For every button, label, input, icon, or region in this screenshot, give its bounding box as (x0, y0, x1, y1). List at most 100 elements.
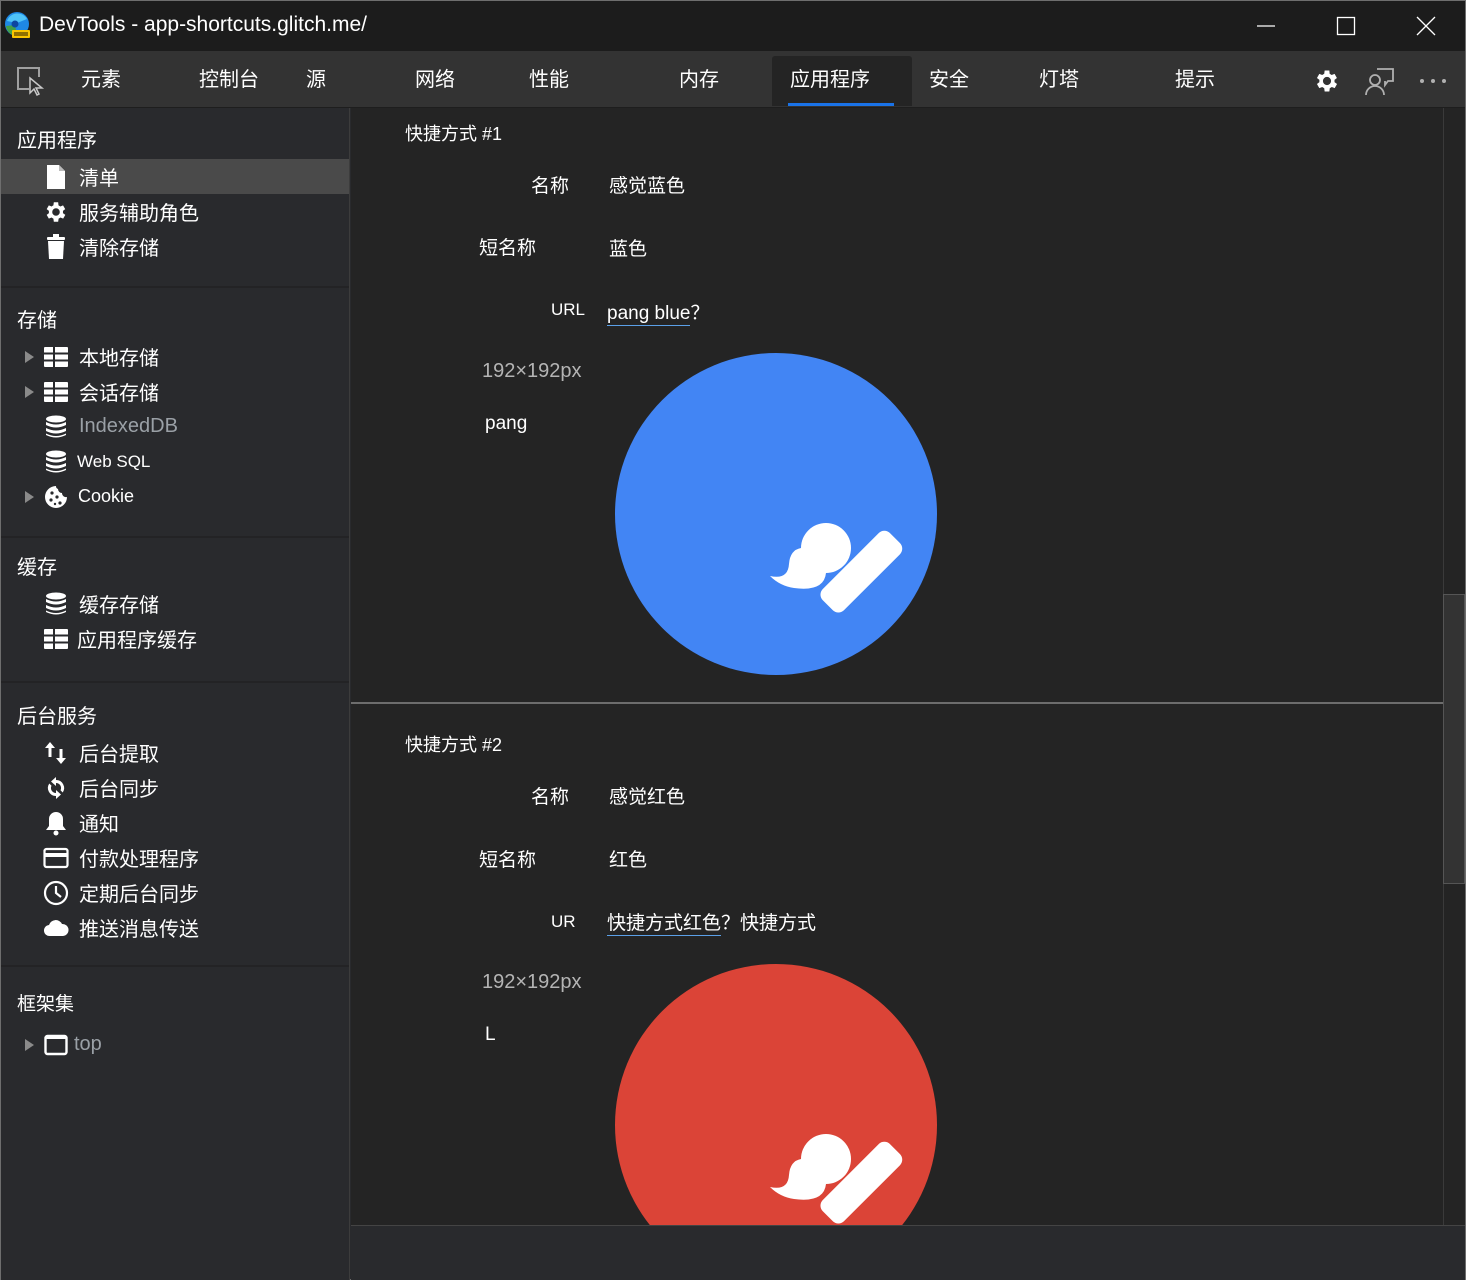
sidebar-item-cookies[interactable]: Cookie (1, 479, 349, 514)
sidebar-item-background-sync[interactable]: 后台同步 (1, 770, 349, 805)
shortcut-url-link[interactable]: 快捷方式红色？快捷方式 (607, 908, 816, 935)
sidebar-item-periodic-background-sync[interactable]: 定期后台同步 (1, 875, 349, 910)
sidebar-item-label: 清单 (79, 162, 119, 191)
sidebar-header-cache: 缓存 (1, 550, 349, 586)
tab-lighthouse[interactable]: 灯塔 (1021, 56, 1097, 106)
sidebar-item-local-storage[interactable]: 本地存储 (1, 339, 349, 374)
shortcut-short-name-label: 短名称 (479, 233, 536, 260)
close-icon (1416, 16, 1436, 36)
sidebar-section-application: 应用程序 清单 服务辅助角色 清除存储 (1, 108, 349, 288)
tab-network[interactable]: 网络 (397, 56, 473, 106)
title-bar: DevTools - app-shortcuts.glitch.me/ (1, 1, 1465, 51)
shortcut-short-name-value: 红色 (609, 845, 647, 872)
application-sidebar: 应用程序 清单 服务辅助角色 清除存储 存储 (1, 108, 350, 1280)
sidebar-item-label: 服务辅助角色 (79, 197, 199, 226)
settings-gear-icon (1313, 67, 1341, 95)
sidebar-section-frames: 框架集 top (1, 967, 349, 1217)
sidebar-item-label: 定期后台同步 (79, 878, 199, 907)
icon-size-label: 192×192px (482, 360, 582, 383)
tab-memory[interactable]: 内存 (661, 56, 737, 106)
cloud-icon (43, 915, 69, 941)
tab-performance[interactable]: 性能 (511, 56, 587, 106)
frame-window-icon (43, 1032, 69, 1058)
tab-application[interactable]: 应用程序 (772, 56, 912, 106)
tab-sources[interactable]: 源 (288, 56, 344, 106)
sidebar-item-label: 后台同步 (79, 773, 159, 802)
sidebar-item-service-workers[interactable]: 服务辅助角色 (1, 194, 349, 229)
sidebar-item-cache-storage[interactable]: 缓存存储 (1, 586, 349, 621)
shortcut-url-text[interactable]: 快捷方式红色 (607, 913, 721, 936)
file-icon (43, 164, 69, 190)
shortcut-short-name-value: 蓝色 (609, 234, 647, 261)
devtools-window: DevTools - app-shortcuts.glitch.me/ 元素 控… (0, 0, 1466, 1280)
feedback-icon (1364, 65, 1396, 97)
table-icon (43, 344, 69, 370)
edge-devtools-logo-icon (3, 11, 31, 39)
shortcut-name-label: 名称 (531, 782, 569, 809)
sidebar-item-label: 缓存存储 (79, 589, 159, 618)
minimize-icon (1256, 16, 1276, 36)
sidebar-item-label: Cookie (78, 486, 134, 507)
expand-arrow-icon[interactable] (25, 386, 34, 398)
sidebar-item-background-fetch[interactable]: 后台提取 (1, 735, 349, 770)
sidebar-item-payment-handler[interactable]: 付款处理程序 (1, 840, 349, 875)
settings-button[interactable] (1311, 65, 1343, 97)
sidebar-item-notifications[interactable]: 通知 (1, 805, 349, 840)
shortcut-url-label: UR (551, 912, 576, 932)
expand-arrow-icon[interactable] (25, 351, 34, 363)
sidebar-item-label: top (74, 1033, 102, 1056)
shortcut-name-label: 名称 (531, 171, 569, 198)
feedback-button[interactable] (1364, 65, 1396, 97)
shortcut-icon-image (614, 963, 938, 1225)
sidebar-item-label: 推送消息传送 (79, 913, 199, 942)
sidebar-item-clear-storage[interactable]: 清除存储 (1, 229, 349, 264)
sidebar-item-label: 通知 (79, 808, 119, 837)
maximize-button[interactable] (1306, 1, 1386, 51)
devtools-tab-bar: 元素 控制台 源 网络 性能 内存 应用程序 安全 灯塔 提示 (1, 51, 1465, 108)
inspect-element-button[interactable] (15, 65, 47, 97)
icon-circle-background (615, 964, 937, 1225)
shortcut-url-text[interactable]: pang blue (607, 303, 690, 326)
sidebar-header-storage: 存储 (1, 303, 349, 339)
sidebar-item-application-cache[interactable]: 应用程序缓存 (1, 621, 349, 656)
more-options-icon (1417, 65, 1449, 97)
sidebar-item-label: Web SQL (77, 452, 150, 472)
up-down-arrows-icon (43, 740, 69, 766)
tab-tips[interactable]: 提示 (1157, 56, 1233, 106)
shortcut-url-label: URL (551, 300, 585, 320)
tab-security[interactable]: 安全 (911, 56, 987, 106)
shortcut-url-link[interactable]: pang blue？ (607, 298, 709, 325)
sidebar-item-push-messaging[interactable]: 推送消息传送 (1, 910, 349, 945)
sidebar-header-frames: 框架集 (1, 987, 349, 1023)
trash-icon (43, 234, 69, 260)
shortcut-title: 快捷方式 #2 (405, 731, 502, 757)
shortcut-section: 快捷方式 #1 名称 感觉蓝色 短名称 蓝色 URL pang blue？ 19… (351, 108, 1443, 704)
shortcut-name-value: 感觉红色 (609, 782, 685, 809)
sidebar-item-web-sql[interactable]: Web SQL (1, 444, 349, 479)
table-icon (43, 379, 69, 405)
sidebar-item-label: 后台提取 (79, 738, 159, 767)
sidebar-item-frame-top[interactable]: top (1, 1027, 349, 1062)
bell-icon (43, 810, 69, 836)
sidebar-item-session-storage[interactable]: 会话存储 (1, 374, 349, 409)
shortcut-url-suffix: ？ (690, 303, 709, 324)
expand-arrow-icon[interactable] (25, 1039, 34, 1051)
database-icon (43, 449, 69, 475)
expand-arrow-icon[interactable] (25, 491, 34, 503)
shortcut-icon-image (614, 352, 938, 676)
shortcut-title: 快捷方式 #1 (405, 120, 502, 146)
vertical-scrollbar-thumb[interactable] (1443, 594, 1465, 884)
sidebar-item-label: 付款处理程序 (79, 843, 199, 872)
sidebar-item-indexeddb[interactable]: IndexedDB (1, 409, 349, 444)
sidebar-header-application: 应用程序 (1, 123, 349, 159)
minimize-button[interactable] (1226, 1, 1306, 51)
sidebar-section-cache: 缓存 缓存存储 应用程序缓存 (1, 538, 349, 683)
tab-console[interactable]: 控制台 (181, 56, 277, 106)
tab-elements[interactable]: 元素 (63, 56, 139, 106)
close-button[interactable] (1386, 1, 1466, 51)
more-options-button[interactable] (1417, 65, 1449, 97)
inspect-element-icon (15, 65, 47, 97)
icon-purpose-label: pang (485, 413, 527, 435)
shortcut-short-name-label: 短名称 (479, 845, 536, 872)
sidebar-item-manifest[interactable]: 清单 (1, 159, 349, 194)
